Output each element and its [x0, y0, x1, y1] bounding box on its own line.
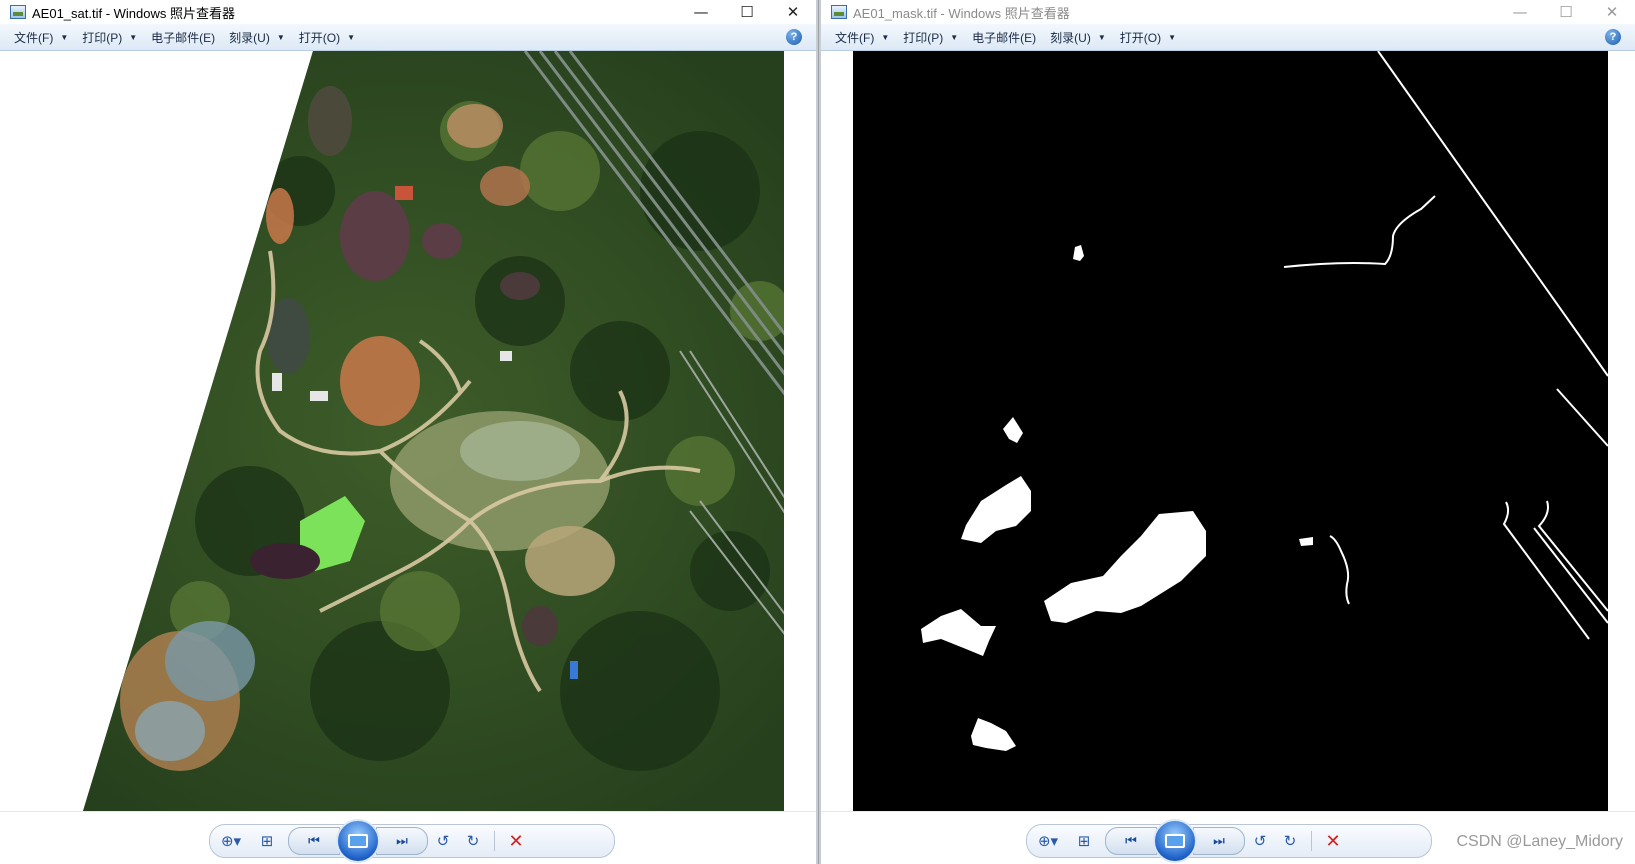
close-button[interactable]: ✕	[1589, 0, 1635, 24]
satellite-image	[32, 51, 784, 811]
delete-icon[interactable]: ✕	[1318, 827, 1348, 855]
mask-image	[853, 51, 1609, 811]
title-bar[interactable]: AE01_mask.tif - Windows 照片查看器 — ☐ ✕	[821, 0, 1635, 24]
next-icon[interactable]: ⏭	[1193, 827, 1245, 855]
maximize-button[interactable]: ☐	[1543, 0, 1589, 24]
minimize-button[interactable]: —	[678, 0, 724, 24]
menu-bar: 文件(F) ▼ 打印(P) ▼ 电子邮件(E) 刻录(U) ▼ 打开(O) ▼ ?	[821, 24, 1635, 51]
viewer-toolbar: ⊕▾ ⊞ ⏮ ⏭ ↺ ↻ ✕	[0, 811, 816, 864]
maximize-button[interactable]: ☐	[724, 0, 770, 24]
close-button[interactable]: ✕	[770, 0, 816, 24]
menu-file[interactable]: 文件(F) ▼	[835, 29, 889, 46]
slideshow-icon[interactable]	[336, 819, 380, 863]
title-bar[interactable]: AE01_sat.tif - Windows 照片查看器 — ☐ ✕	[0, 0, 816, 24]
toolbar-separator	[494, 831, 495, 851]
help-icon[interactable]: ?	[1605, 29, 1621, 45]
menu-burn[interactable]: 刻录(U) ▼	[229, 29, 285, 46]
viewer-toolbar: ⊕▾ ⊞ ⏮ ⏭ ↺ ↻ ✕ CSDN @Laney_Midory	[821, 811, 1635, 864]
zoom-icon[interactable]: ⊕▾	[1027, 827, 1069, 855]
fit-window-icon[interactable]: ⊞	[1069, 827, 1099, 855]
chevron-down-icon: ▼	[1097, 32, 1106, 42]
chevron-down-icon: ▼	[129, 32, 138, 42]
chevron-down-icon: ▼	[881, 32, 890, 42]
rotate-clockwise-icon[interactable]: ↻	[458, 827, 488, 855]
menu-open[interactable]: 打开(O) ▼	[1120, 29, 1176, 46]
delete-icon[interactable]: ✕	[501, 827, 531, 855]
window-title: AE01_mask.tif - Windows 照片查看器	[853, 5, 1070, 21]
minimize-button[interactable]: —	[1497, 0, 1543, 24]
chevron-down-icon: ▼	[1168, 32, 1177, 42]
image-viewport[interactable]	[0, 51, 816, 811]
photo-viewer-window-satellite: AE01_sat.tif - Windows 照片查看器 — ☐ ✕ 文件(F)…	[0, 0, 816, 864]
image-viewport[interactable]	[821, 51, 1635, 811]
menu-print[interactable]: 打印(P) ▼	[903, 29, 958, 46]
zoom-icon[interactable]: ⊕▾	[210, 827, 252, 855]
previous-icon[interactable]: ⏮	[288, 827, 340, 855]
menu-file[interactable]: 文件(F) ▼	[14, 29, 68, 46]
menu-email[interactable]: 电子邮件(E)	[972, 29, 1036, 46]
chevron-down-icon: ▼	[347, 32, 356, 42]
chevron-down-icon: ▼	[276, 32, 285, 42]
menu-open[interactable]: 打开(O) ▼	[299, 29, 355, 46]
menu-print[interactable]: 打印(P) ▼	[82, 29, 137, 46]
toolbar-controls: ⊕▾ ⊞ ⏮ ⏭ ↺ ↻ ✕	[1026, 819, 1432, 863]
slideshow-icon[interactable]	[1153, 819, 1197, 863]
photo-viewer-app-icon	[10, 5, 26, 19]
photo-viewer-window-mask: AE01_mask.tif - Windows 照片查看器 — ☐ ✕ 文件(F…	[821, 0, 1635, 864]
next-icon[interactable]: ⏭	[376, 827, 428, 855]
help-icon[interactable]: ?	[786, 29, 802, 45]
menu-bar: 文件(F) ▼ 打印(P) ▼ 电子邮件(E) 刻录(U) ▼ 打开(O) ▼ ?	[0, 24, 816, 51]
toolbar-controls: ⊕▾ ⊞ ⏮ ⏭ ↺ ↻ ✕	[209, 819, 615, 863]
rotate-counterclockwise-icon[interactable]: ↺	[428, 827, 458, 855]
rotate-counterclockwise-icon[interactable]: ↺	[1245, 827, 1275, 855]
toolbar-separator	[1311, 831, 1312, 851]
menu-email[interactable]: 电子邮件(E)	[151, 29, 215, 46]
window-title: AE01_sat.tif - Windows 照片查看器	[32, 5, 235, 21]
photo-viewer-app-icon	[831, 5, 847, 19]
fit-window-icon[interactable]: ⊞	[252, 827, 282, 855]
csdn-watermark: CSDN @Laney_Midory	[1456, 833, 1623, 850]
menu-burn[interactable]: 刻录(U) ▼	[1050, 29, 1106, 46]
previous-icon[interactable]: ⏮	[1105, 827, 1157, 855]
chevron-down-icon: ▼	[60, 32, 69, 42]
chevron-down-icon: ▼	[950, 32, 959, 42]
rotate-clockwise-icon[interactable]: ↻	[1275, 827, 1305, 855]
